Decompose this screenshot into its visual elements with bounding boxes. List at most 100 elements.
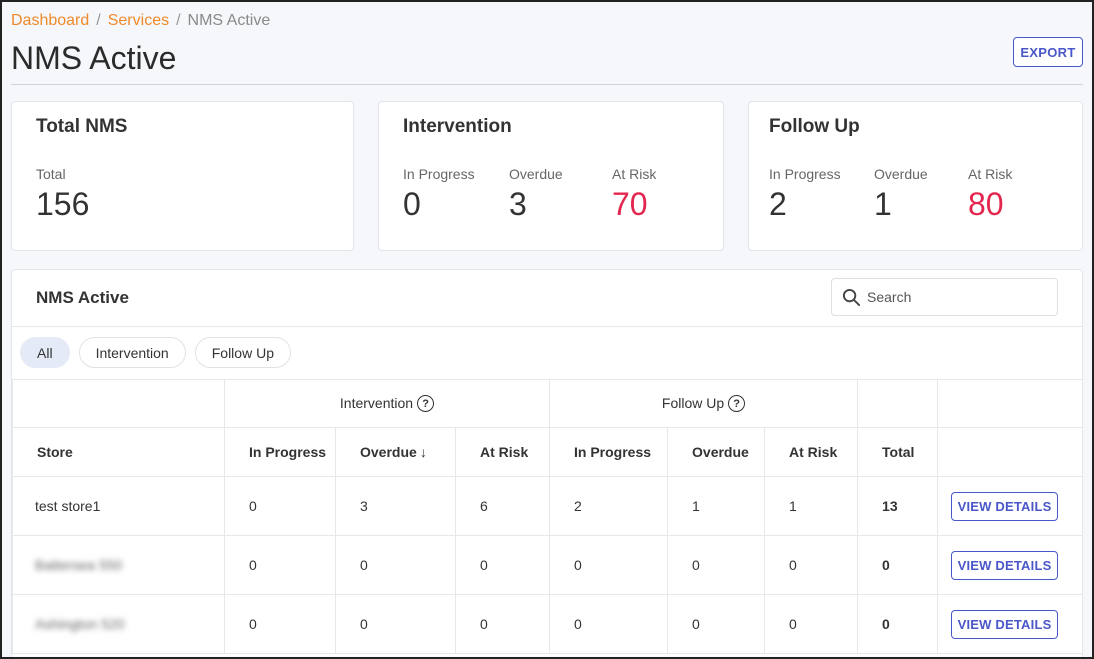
page-title: NMS Active <box>11 40 177 76</box>
cell-int-in-progress: 0 <box>224 535 336 595</box>
stat-value: 156 <box>36 186 90 222</box>
col-fu-at-risk[interactable]: At Risk <box>764 427 859 477</box>
cell-int-overdue: 0 <box>335 535 456 595</box>
view-details-button[interactable]: VIEW DETAILS <box>951 609 1059 639</box>
breadcrumb-separator: / <box>96 12 101 29</box>
follow-up-overdue-stat: Overdue 1 <box>874 166 928 223</box>
group-label: Follow Up <box>661 394 725 411</box>
col-int-in-progress[interactable]: In Progress <box>224 427 336 477</box>
chip-follow-up[interactable]: Follow Up <box>194 337 291 368</box>
help-icon[interactable]: ? <box>728 395 746 413</box>
cell-fu-in-progress: 2 <box>549 476 669 536</box>
cell-store: test store1 <box>12 476 225 536</box>
stat-label: Overdue <box>509 166 563 182</box>
group-header-empty <box>857 379 939 428</box>
intervention-at-risk-stat: At Risk 70 <box>612 166 656 223</box>
cell-fu-at-risk: 0 <box>764 535 859 595</box>
store-name-blurred: Battersea 550 <box>35 557 123 573</box>
cell-fu-in-progress: 0 <box>549 535 669 595</box>
stat-value: 70 <box>612 186 648 222</box>
group-label: Intervention <box>339 394 414 411</box>
table-row: Ashington 520 0 0 0 0 0 0 0 VIEW DETAILS <box>12 594 1082 654</box>
cell-int-overdue: 3 <box>335 476 456 536</box>
cell-total: 0 <box>857 594 939 654</box>
nms-active-panel: NMS Active All Intervention Follow Up In… <box>11 269 1083 659</box>
stat-value: 80 <box>968 186 1004 222</box>
stat-value: 3 <box>509 186 527 222</box>
cell-int-in-progress: 0 <box>224 594 336 654</box>
filter-chips: All Intervention Follow Up <box>20 337 291 368</box>
total-nms-card: Total NMS Total 156 <box>11 101 354 251</box>
cell-total: 13 <box>857 476 939 536</box>
group-header-follow-up: Follow Up? <box>549 379 859 428</box>
help-icon[interactable]: ? <box>417 395 435 413</box>
search-box[interactable] <box>831 278 1058 316</box>
cell-fu-overdue: 0 <box>667 594 766 654</box>
stat-value: 0 <box>403 186 421 222</box>
card-title: Follow Up <box>769 116 860 137</box>
follow-up-in-progress-stat: In Progress 2 <box>769 166 841 223</box>
breadcrumb-separator: / <box>176 12 181 29</box>
stat-label: In Progress <box>769 166 841 182</box>
col-store[interactable]: Store <box>12 427 225 477</box>
intervention-overdue-stat: Overdue 3 <box>509 166 563 223</box>
export-button[interactable]: EXPORT <box>1013 37 1083 67</box>
col-int-at-risk[interactable]: At Risk <box>454 427 551 477</box>
col-label: Overdue <box>360 444 417 460</box>
cell-int-at-risk: 0 <box>454 535 551 595</box>
stat-label: In Progress <box>403 166 475 182</box>
header-divider <box>11 84 1083 85</box>
follow-up-at-risk-stat: At Risk 80 <box>968 166 1012 223</box>
cell-total: 0 <box>857 535 939 595</box>
col-total[interactable]: Total <box>857 427 939 477</box>
cell-actions: VIEW DETAILS <box>937 535 1082 595</box>
panel-title: NMS Active <box>36 288 129 307</box>
nms-table-wrapper: Intervention? Follow Up? Store In Progre… <box>12 379 1082 654</box>
col-actions <box>937 427 1082 477</box>
cell-int-overdue: 0 <box>335 594 456 654</box>
group-header-empty <box>937 379 1082 428</box>
breadcrumb-dashboard[interactable]: Dashboard <box>11 12 89 30</box>
cell-int-in-progress: 0 <box>224 476 336 536</box>
cell-int-at-risk: 6 <box>454 476 551 536</box>
breadcrumb-current: NMS Active <box>187 12 271 29</box>
breadcrumb: Dashboard / Services / NMS Active <box>11 12 270 30</box>
table-row: Battersea 550 0 0 0 0 0 0 0 VIEW DETAILS <box>12 535 1082 595</box>
group-header-row: Intervention? Follow Up? <box>12 379 1082 428</box>
stat-value: 1 <box>874 186 892 222</box>
arrow-down-icon: ↓ <box>419 444 427 460</box>
view-details-button[interactable]: VIEW DETAILS <box>951 491 1059 521</box>
cell-fu-at-risk: 0 <box>764 594 859 654</box>
stat-label: At Risk <box>968 166 1013 182</box>
chip-intervention[interactable]: Intervention <box>78 337 186 368</box>
breadcrumb-services[interactable]: Services <box>108 12 169 30</box>
card-title: Total NMS <box>36 116 128 137</box>
intervention-in-progress-stat: In Progress 0 <box>403 166 475 223</box>
stat-label: Total <box>36 166 66 182</box>
cell-store: Battersea 550 <box>12 535 225 595</box>
stat-label: Overdue <box>874 166 928 182</box>
total-stat: Total 156 <box>36 166 89 223</box>
search-icon <box>842 288 861 306</box>
col-fu-overdue[interactable]: Overdue <box>667 427 766 477</box>
panel-divider <box>12 326 1082 327</box>
cell-fu-in-progress: 0 <box>549 594 669 654</box>
group-header-empty <box>12 379 225 428</box>
intervention-card: Intervention In Progress 0 Overdue 3 At … <box>378 101 724 251</box>
view-details-button[interactable]: VIEW DETAILS <box>951 550 1059 580</box>
cell-actions: VIEW DETAILS <box>937 476 1082 536</box>
store-name-blurred: Ashington 520 <box>35 616 125 632</box>
cell-fu-at-risk: 1 <box>764 476 859 536</box>
cell-fu-overdue: 1 <box>667 476 766 536</box>
cell-fu-overdue: 0 <box>667 535 766 595</box>
chip-all[interactable]: All <box>20 337 70 368</box>
search-input[interactable] <box>867 289 1047 305</box>
group-header-intervention: Intervention? <box>223 379 551 428</box>
table-row: test store1 0 3 6 2 1 1 13 VIEW DETAILS <box>12 476 1082 536</box>
card-title: Intervention <box>403 116 512 137</box>
column-header-row: Store In Progress Overdue ↓ At Risk In Pr… <box>12 427 1082 477</box>
col-fu-in-progress[interactable]: In Progress <box>549 427 669 477</box>
col-int-overdue[interactable]: Overdue ↓ <box>335 427 456 477</box>
stat-value: 2 <box>769 186 787 222</box>
follow-up-card: Follow Up In Progress 2 Overdue 1 At Ris… <box>748 101 1083 251</box>
